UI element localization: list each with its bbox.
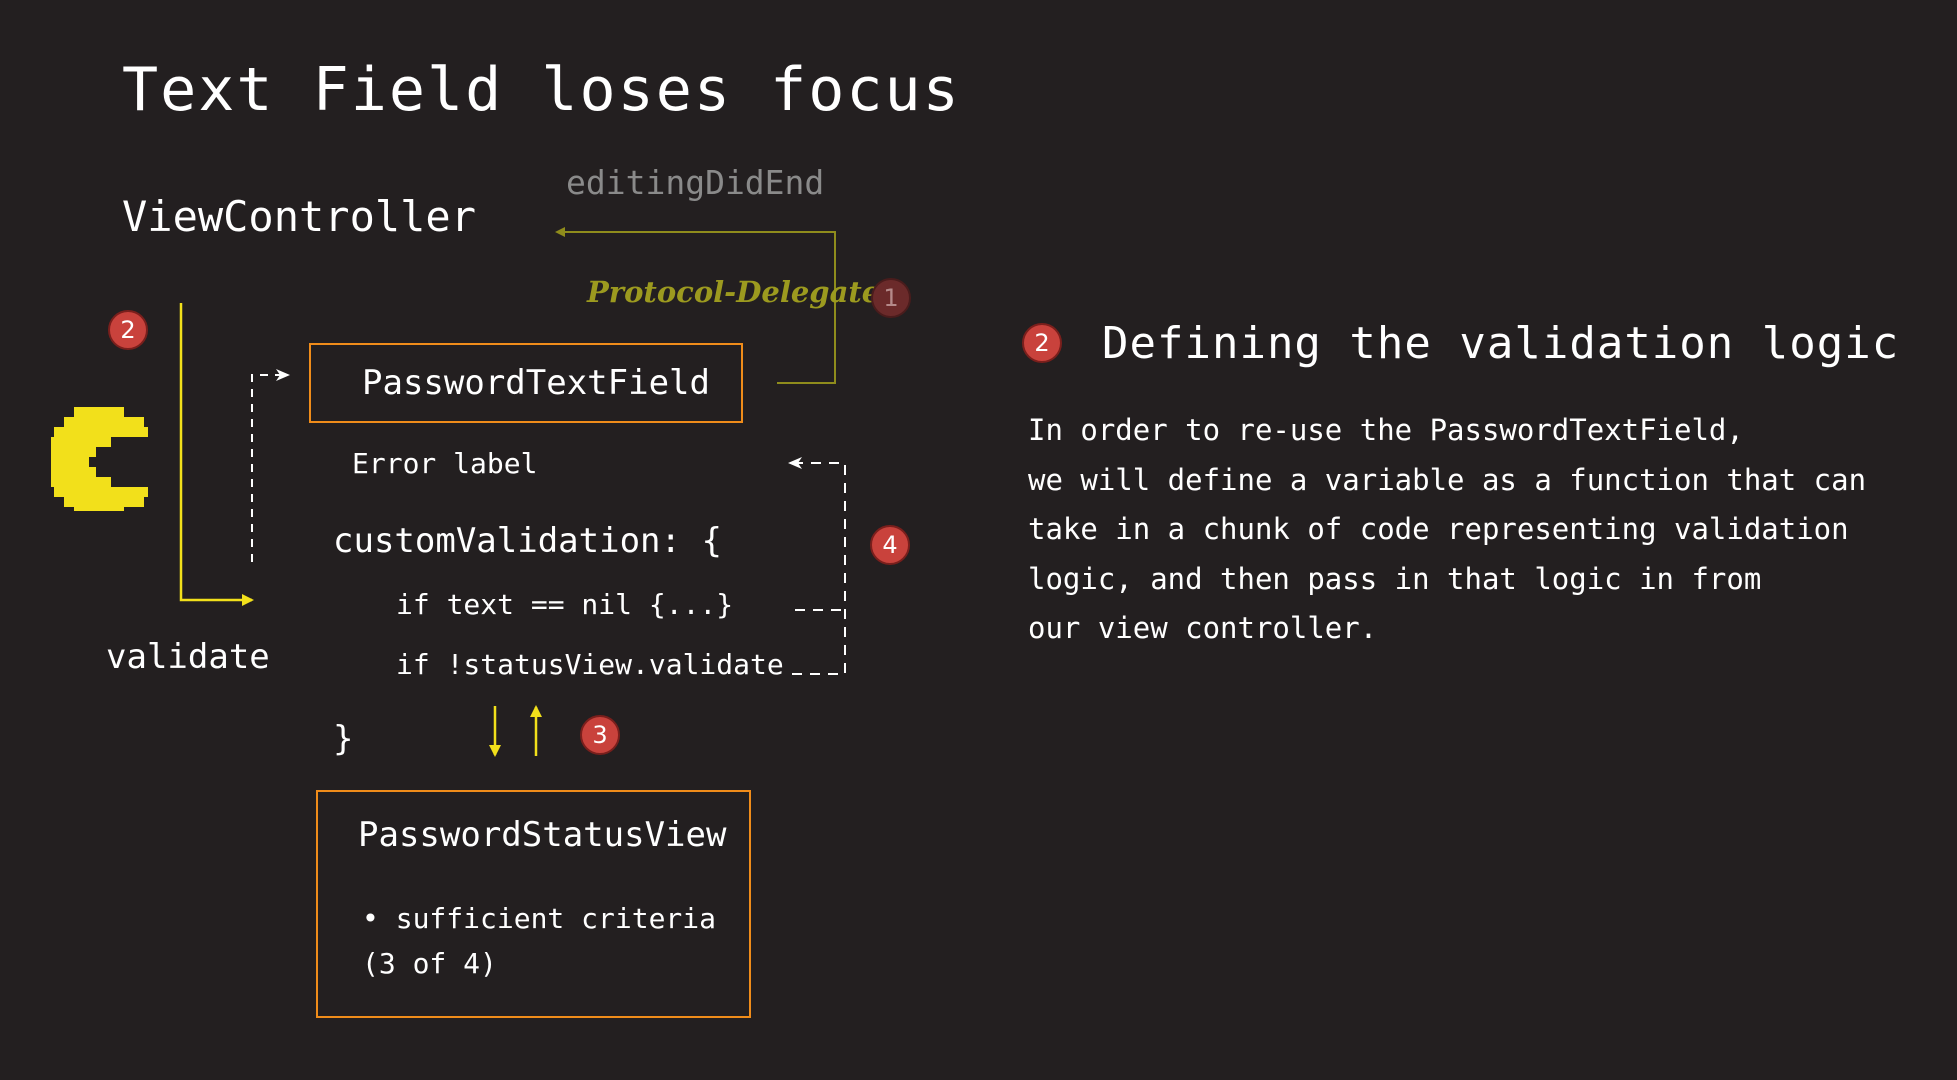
- custom-validation-label: customValidation: {: [333, 521, 722, 561]
- explanation-step-badge: 2: [1022, 323, 1062, 363]
- pacman-icon: [51, 407, 148, 511]
- validate-label: validate: [106, 637, 270, 677]
- explanation-line: take in a chunk of code representing val…: [1028, 512, 1849, 546]
- error-label: Error label: [352, 447, 538, 480]
- explanation-line: we will define a variable as a function …: [1028, 462, 1867, 497]
- explanation-line: logic, and then pass in that logic in fr…: [1028, 561, 1762, 596]
- password-text-field-label: PasswordTextField: [362, 363, 710, 403]
- page-title: Text Field loses focus: [122, 55, 961, 125]
- criteria-line-2: (3 of 4): [362, 947, 497, 980]
- password-status-view-label: PasswordStatusView: [358, 815, 727, 855]
- validate-to-field-dashed-arrow: [251, 369, 290, 562]
- view-controller-label: ViewController: [122, 192, 477, 241]
- step-1-badge: 1: [871, 278, 911, 318]
- editing-did-end-label: editingDidEnd: [566, 163, 825, 202]
- validate-arrow: [179, 303, 254, 606]
- slide: Text Field loses focus ViewController ed…: [0, 0, 1957, 1080]
- explanation-line: our view controller.: [1028, 611, 1378, 645]
- code-line-status-check: if !statusView.validate: [396, 648, 784, 681]
- step-2-badge: 2: [108, 310, 148, 350]
- step-4-badge: 4: [870, 525, 910, 565]
- criteria-line-1: • sufficient criteria: [362, 902, 717, 935]
- code-line-nil-check: if text == nil {...}: [396, 588, 734, 621]
- closing-brace: }: [333, 719, 354, 759]
- explanation-paragraph: In order to re-use the PasswordTextField…: [1028, 406, 1866, 654]
- error-return-dashed-arrow: [790, 463, 846, 675]
- explanation-line: In order to re-use the PasswordTextField…: [1028, 413, 1744, 447]
- explanation-heading: Defining the validation logic: [1102, 318, 1900, 369]
- step-3-badge: 3: [580, 715, 620, 755]
- protocol-delegate-label: Protocol-Delegate: [587, 275, 881, 309]
